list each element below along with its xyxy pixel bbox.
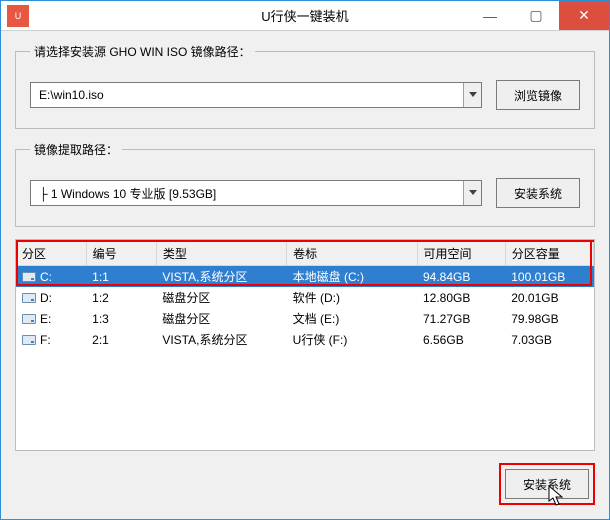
drive-icon xyxy=(22,314,36,324)
drive-icon xyxy=(22,272,36,282)
table-cell: F: xyxy=(16,329,86,350)
table-cell: VISTA,系统分区 xyxy=(156,266,286,288)
table-cell: 20.01GB xyxy=(505,287,593,308)
table-cell: C: xyxy=(16,266,86,288)
drive-icon xyxy=(22,293,36,303)
table-row[interactable]: D:1:2磁盘分区软件 (D:)12.80GB20.01GB xyxy=(16,287,594,308)
table-cell: U行侠 (F:) xyxy=(287,329,417,350)
extract-path-combo[interactable]: ├ 1 Windows 10 专业版 [9.53GB] xyxy=(30,180,482,206)
titlebar: U U行侠一键装机 — ▢ ✕ xyxy=(1,1,609,31)
source-path-combo[interactable]: E:\win10.iso xyxy=(30,82,482,108)
table-cell: 7.03GB xyxy=(505,329,593,350)
table-cell: 6.56GB xyxy=(417,329,505,350)
source-group: 请选择安装源 GHO WIN ISO 镜像路径： E:\win10.iso 浏览… xyxy=(15,43,595,129)
extract-path-value: ├ 1 Windows 10 专业版 [9.53GB] xyxy=(31,185,463,202)
table-header-cell[interactable]: 分区 xyxy=(16,241,86,266)
table-header-row: 分区编号类型卷标可用空间分区容量 xyxy=(16,241,594,266)
install-system-button[interactable]: 安装系统 xyxy=(505,469,589,499)
table-cell: VISTA,系统分区 xyxy=(156,329,286,350)
table-row[interactable]: C:1:1VISTA,系统分区本地磁盘 (C:)94.84GB100.01GB xyxy=(16,266,594,288)
install-system-button-top[interactable]: 安装系统 xyxy=(496,178,580,208)
table-cell: 磁盘分区 xyxy=(156,287,286,308)
table-cell: 1:3 xyxy=(86,308,156,329)
table-cell: D: xyxy=(16,287,86,308)
source-path-value: E:\win10.iso xyxy=(31,88,463,102)
table-row[interactable]: E:1:3磁盘分区文档 (E:)71.27GB79.98GB xyxy=(16,308,594,329)
window-controls: — ▢ ✕ xyxy=(467,1,609,30)
close-button[interactable]: ✕ xyxy=(559,1,609,30)
table-cell: 94.84GB xyxy=(417,266,505,288)
table-cell: 磁盘分区 xyxy=(156,308,286,329)
source-row: E:\win10.iso 浏览镜像 xyxy=(30,80,580,110)
table-header-cell[interactable]: 类型 xyxy=(156,241,286,266)
client-area: 请选择安装源 GHO WIN ISO 镜像路径： E:\win10.iso 浏览… xyxy=(1,31,609,519)
maximize-button[interactable]: ▢ xyxy=(513,1,559,30)
table-cell: 71.27GB xyxy=(417,308,505,329)
app-window: U U行侠一键装机 — ▢ ✕ 请选择安装源 GHO WIN ISO 镜像路径：… xyxy=(0,0,610,520)
table-cell: 1:1 xyxy=(86,266,156,288)
footer: 安装系统 xyxy=(15,463,595,505)
extract-legend: 镜像提取路径： xyxy=(30,141,122,158)
table-header-cell[interactable]: 分区容量 xyxy=(505,241,593,266)
table-header-cell[interactable]: 可用空间 xyxy=(417,241,505,266)
dropdown-arrow-icon[interactable] xyxy=(463,83,481,107)
table-cell: 79.98GB xyxy=(505,308,593,329)
table-cell: 本地磁盘 (C:) xyxy=(287,266,417,288)
dropdown-arrow-icon[interactable] xyxy=(463,181,481,205)
browse-image-button[interactable]: 浏览镜像 xyxy=(496,80,580,110)
table-cell: 1:2 xyxy=(86,287,156,308)
table-cell: 2:1 xyxy=(86,329,156,350)
table-header-cell[interactable]: 编号 xyxy=(86,241,156,266)
source-legend: 请选择安装源 GHO WIN ISO 镜像路径： xyxy=(30,43,255,60)
table-cell: 软件 (D:) xyxy=(287,287,417,308)
table-row[interactable]: F:2:1VISTA,系统分区U行侠 (F:)6.56GB7.03GB xyxy=(16,329,594,350)
partition-table: 分区编号类型卷标可用空间分区容量 C:1:1VISTA,系统分区本地磁盘 (C:… xyxy=(16,240,594,350)
minimize-button[interactable]: — xyxy=(467,1,513,30)
table-cell: 12.80GB xyxy=(417,287,505,308)
table-cell: E: xyxy=(16,308,86,329)
partition-table-wrap: 分区编号类型卷标可用空间分区容量 C:1:1VISTA,系统分区本地磁盘 (C:… xyxy=(15,239,595,451)
install-button-highlight: 安装系统 xyxy=(499,463,595,505)
drive-icon xyxy=(22,335,36,345)
extract-group: 镜像提取路径： ├ 1 Windows 10 专业版 [9.53GB] 安装系统 xyxy=(15,141,595,227)
extract-row: ├ 1 Windows 10 专业版 [9.53GB] 安装系统 xyxy=(30,178,580,208)
app-icon: U xyxy=(7,5,29,27)
table-header-cell[interactable]: 卷标 xyxy=(287,241,417,266)
table-cell: 100.01GB xyxy=(505,266,593,288)
table-cell: 文档 (E:) xyxy=(287,308,417,329)
